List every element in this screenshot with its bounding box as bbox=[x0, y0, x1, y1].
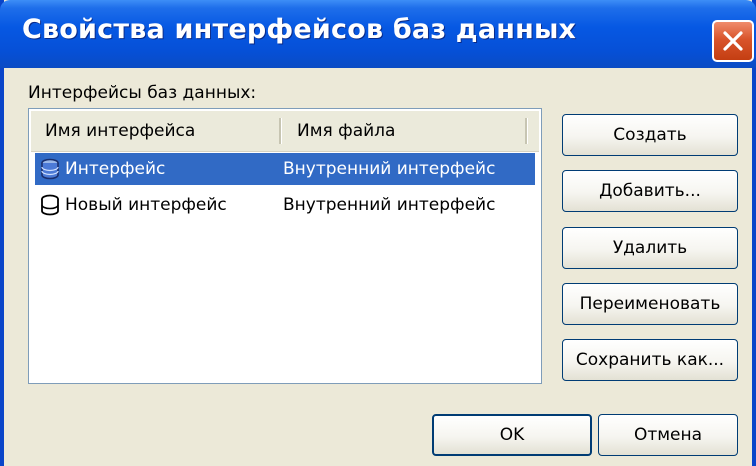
interfaces-list[interactable]: Имя интерфейса Имя файла Интерфейс Внутр… bbox=[28, 108, 542, 384]
cancel-button[interactable]: Отмена bbox=[598, 414, 738, 456]
title-bar[interactable]: Свойства интерфейсов баз данных bbox=[0, 0, 756, 68]
list-label-text: Интерфейсы баз данных: bbox=[28, 83, 257, 103]
ok-button[interactable]: OK bbox=[432, 414, 592, 456]
row-interface-name: Новый интерфейс bbox=[65, 195, 227, 215]
column-header-file-name[interactable]: Имя файла bbox=[283, 111, 523, 151]
row-interface-name: Интерфейс bbox=[65, 159, 166, 179]
rename-button-label: Переименовать bbox=[579, 294, 721, 314]
save-as-button-label: Сохранить как... bbox=[575, 350, 725, 370]
database-icon bbox=[41, 158, 59, 180]
delete-button-label: Удалить bbox=[612, 238, 688, 258]
column-divider[interactable] bbox=[279, 118, 282, 144]
create-button-label: Создать bbox=[613, 125, 687, 145]
close-button[interactable] bbox=[712, 20, 754, 62]
cancel-button-label: Отмена bbox=[633, 425, 703, 445]
close-icon bbox=[723, 31, 743, 51]
list-label: Интерфейсы баз данных: bbox=[28, 83, 256, 103]
add-button[interactable]: Добавить... bbox=[562, 170, 738, 212]
list-row-new-interface[interactable]: Новый интерфейс Внутренний интерфейс bbox=[35, 189, 535, 221]
save-as-button[interactable]: Сохранить как... bbox=[562, 339, 738, 381]
column-header-interface-name[interactable]: Имя интерфейса bbox=[31, 111, 279, 151]
delete-button[interactable]: Удалить bbox=[562, 227, 738, 269]
create-button[interactable]: Создать bbox=[562, 114, 738, 156]
list-header: Имя интерфейса Имя файла bbox=[31, 111, 539, 152]
database-icon bbox=[41, 194, 59, 216]
list-row-interface[interactable]: Интерфейс Внутренний интерфейс bbox=[35, 153, 535, 185]
window-title: Свойства интерфейсов баз данных bbox=[22, 14, 577, 45]
row-file-name: Внутренний интерфейс bbox=[283, 195, 496, 215]
rename-button[interactable]: Переименовать bbox=[562, 283, 738, 325]
ok-button-label: OK bbox=[499, 425, 525, 445]
row-file-name: Внутренний интерфейс bbox=[283, 159, 496, 179]
column-divider[interactable] bbox=[525, 118, 528, 144]
add-button-label: Добавить... bbox=[599, 181, 701, 201]
